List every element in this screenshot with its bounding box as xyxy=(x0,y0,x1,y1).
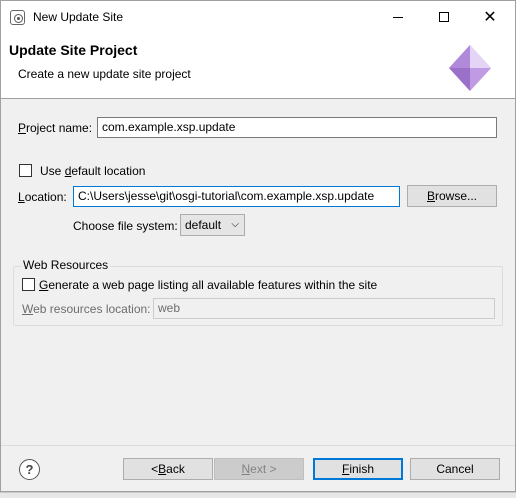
chevron-down-icon: ⌵ xyxy=(231,219,239,230)
close-button[interactable]: ✕ xyxy=(467,1,513,33)
web-resources-location-input[interactable]: web xyxy=(153,298,495,319)
maximize-icon xyxy=(439,12,449,22)
window-title: New Update Site xyxy=(33,10,124,24)
generate-web-page-checkbox[interactable] xyxy=(22,278,35,291)
project-name-input[interactable]: com.example.xsp.update xyxy=(97,117,497,138)
update-site-wizard-icon xyxy=(449,45,491,91)
minimize-button[interactable] xyxy=(375,1,421,33)
wizard-header: Update Site Project Create a new update … xyxy=(1,33,515,99)
file-system-selected-value: default xyxy=(185,218,222,232)
web-resources-group-title: Web Resources xyxy=(21,258,111,272)
location-input[interactable]: C:\Users\jesse\git\osgi-tutorial\com.exa… xyxy=(73,186,400,207)
web-resources-location-label: Web resources location: xyxy=(22,302,151,316)
title-bar[interactable]: New Update Site ✕ xyxy=(1,1,515,33)
use-default-location-label: Use default location xyxy=(40,164,146,178)
cancel-button[interactable]: Cancel xyxy=(410,458,500,480)
use-default-location-checkbox[interactable] xyxy=(19,164,32,177)
browse-button[interactable]: Browse... xyxy=(407,185,497,207)
project-name-label: Project name: xyxy=(18,121,93,135)
background-window-strip xyxy=(0,492,516,498)
next-button[interactable]: Next > xyxy=(214,458,304,480)
page-title: Update Site Project xyxy=(9,42,138,58)
file-system-select[interactable]: default ⌵ xyxy=(180,214,245,236)
location-label: Location: xyxy=(18,190,67,204)
back-button[interactable]: < Back xyxy=(123,458,213,480)
generate-web-page-label: Generate a web page listing all availabl… xyxy=(39,278,378,292)
footer-separator xyxy=(1,445,515,446)
maximize-button[interactable] xyxy=(421,1,467,33)
app-icon xyxy=(10,10,25,25)
help-icon[interactable]: ? xyxy=(19,459,40,480)
close-icon: ✕ xyxy=(483,7,497,26)
minimize-icon xyxy=(393,16,403,18)
new-update-site-dialog: New Update Site ✕ Update Site Project Cr… xyxy=(0,0,516,492)
page-description: Create a new update site project xyxy=(18,67,191,81)
choose-file-system-label: Choose file system: xyxy=(73,219,178,233)
finish-button[interactable]: Finish xyxy=(313,458,403,480)
